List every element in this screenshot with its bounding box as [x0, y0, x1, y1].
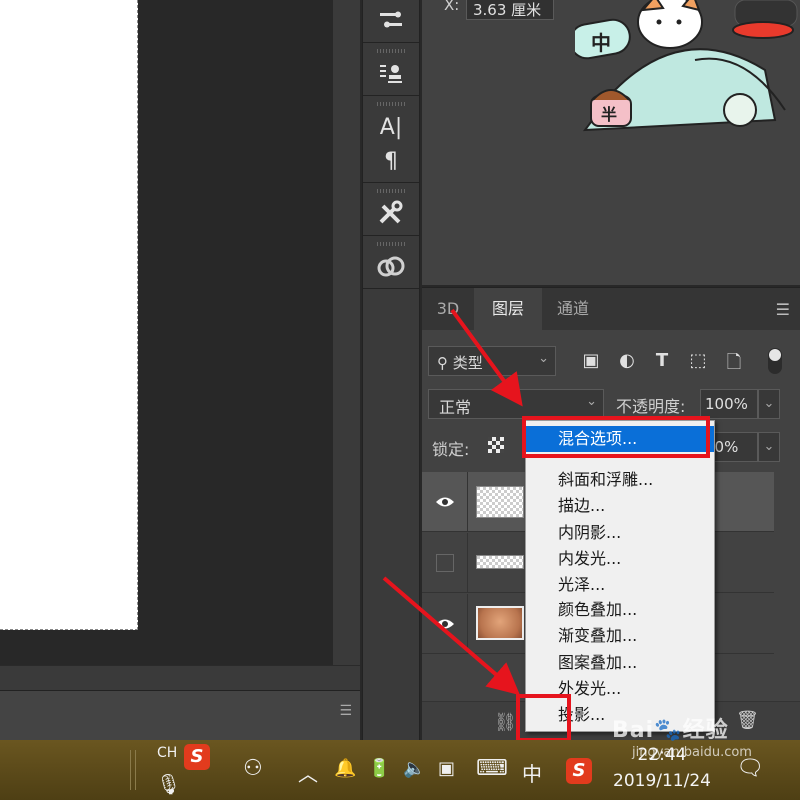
annotation-arrows [382, 308, 523, 696]
ime-mode-indicator[interactable]: 中 [522, 758, 542, 787]
microphone-icon[interactable]: 🎙 [156, 772, 181, 796]
sogou-ime-icon[interactable]: S [566, 758, 592, 784]
sogou-ime-icon[interactable]: S [184, 744, 210, 770]
keyboard-icon[interactable]: ⌨ [476, 756, 508, 781]
battery-icon[interactable]: 🔋 [368, 758, 390, 779]
watermark-brand: Bai [612, 718, 655, 743]
speaker-icon[interactable]: 🔈 [403, 758, 425, 779]
people-icon[interactable]: ⚇ [243, 756, 263, 781]
chevron-up-icon[interactable]: ︿ [298, 758, 318, 787]
baidu-watermark: Bai🐾经验 [612, 712, 729, 744]
watermark-url: jingyan.baidu.com [632, 745, 752, 760]
dolby-icon[interactable]: ▣ [438, 758, 455, 779]
paw-icon: 🐾 [654, 718, 683, 743]
notification-bell-icon[interactable]: 🔔 [334, 758, 356, 779]
input-language-label[interactable]: CH [157, 745, 177, 761]
watermark-brand-tail: 经验 [682, 718, 729, 743]
taskbar-divider [130, 750, 136, 790]
clock-date: 2019/11/24 [613, 771, 711, 791]
